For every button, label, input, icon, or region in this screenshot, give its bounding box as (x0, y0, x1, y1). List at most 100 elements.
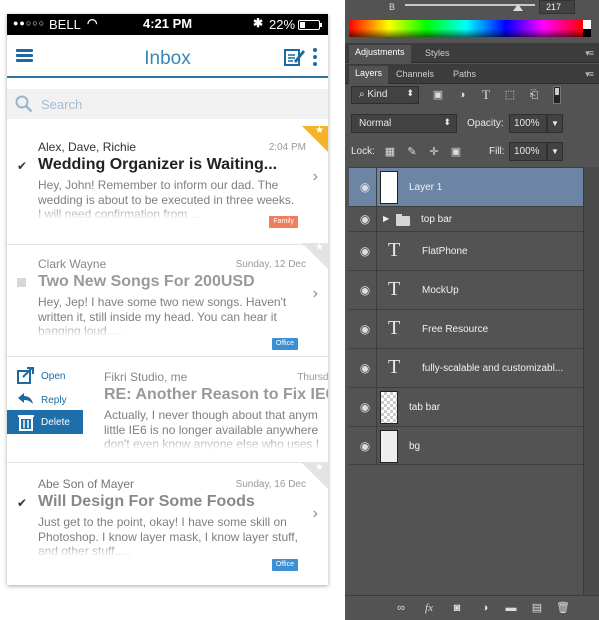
layer-mask-icon[interactable]: ◙ (449, 600, 465, 616)
lock-all-icon[interactable]: ▣ (449, 145, 463, 159)
layer-thumbnail (380, 171, 398, 204)
chevron-right-icon: › (312, 285, 318, 302)
layer-row[interactable]: ◉ Layer 1 (349, 167, 583, 206)
tab-styles[interactable]: Styles (419, 46, 456, 60)
layer-row[interactable]: ◉ tab bar (349, 387, 583, 426)
email-item-swiped[interactable]: Fikri Studio, me Thursda RE: Another Rea… (104, 370, 328, 460)
layer-row[interactable]: ◉ T MockUp (349, 270, 583, 309)
fill-field[interactable]: 100% (509, 142, 547, 161)
eye-icon[interactable]: ◉ (358, 180, 372, 194)
divider (376, 207, 377, 231)
tab-layers[interactable]: Layers (349, 66, 389, 84)
layer-name: top bar (421, 214, 453, 225)
chevron-right-icon: › (312, 168, 318, 185)
fx-icon[interactable]: fx (421, 600, 437, 616)
email-preview: Hey, Jep! I have some two new songs. Hav… (38, 295, 298, 337)
eye-icon[interactable]: ◉ (358, 400, 372, 414)
layer-row[interactable]: ◉ T FlatPhone (349, 231, 583, 270)
layers-scrollbar[interactable] (583, 167, 599, 595)
smart-object-filter-icon[interactable]: ⎗ (527, 88, 541, 102)
lock-brush-icon[interactable]: ✎ (405, 145, 419, 159)
lock-move-icon[interactable]: ✛ (427, 145, 441, 159)
eye-icon[interactable]: ◉ (358, 212, 372, 226)
open-action[interactable]: Open (17, 366, 97, 386)
layer-row[interactable]: ◉ bg (349, 426, 583, 465)
folder-icon (396, 214, 410, 226)
slider-handle[interactable] (513, 4, 523, 11)
reply-label: Reply (41, 395, 67, 406)
trash-icon[interactable]: 🗑 (555, 600, 571, 616)
eye-icon[interactable]: ◉ (358, 322, 372, 336)
tab-channels[interactable]: Channels (390, 67, 440, 81)
channel-value[interactable]: 217 (539, 0, 575, 14)
status-time: 4:21 PM (143, 16, 193, 31)
tab-paths[interactable]: Paths (447, 67, 482, 81)
layers-toolbar: ∞ fx ◙ ◑ ▬ ▤ 🗑 (345, 595, 599, 620)
divider (376, 168, 377, 206)
reply-icon (18, 393, 33, 404)
adjustment-layer-icon[interactable]: ◑ (477, 600, 493, 616)
shape-filter-icon[interactable]: ⬚ (503, 88, 517, 102)
black-swatch[interactable] (583, 29, 591, 37)
photoshop-panel: B 217 Adjustments Styles ▾≡ Layers Chann… (345, 0, 599, 620)
expand-arrow-icon[interactable]: ▶ (383, 214, 389, 223)
tab-adjustments[interactable]: Adjustments (349, 45, 411, 63)
new-group-icon[interactable]: ▬ (503, 600, 519, 616)
updown-arrow-icon: ⬍ (443, 117, 451, 127)
checkbox[interactable] (17, 278, 26, 287)
white-swatch[interactable] (583, 20, 591, 29)
eye-icon[interactable]: ◉ (358, 244, 372, 258)
more-options-icon[interactable] (313, 48, 318, 66)
divider (376, 388, 377, 426)
layer-row[interactable]: ◉ T Free Resource (349, 309, 583, 348)
tag-badge: Office (271, 338, 298, 350)
email-item[interactable]: ★ Clark Wayne Sunday, 12 Dec Two New Son… (7, 242, 328, 357)
lock-transparency-icon[interactable]: ▦ (383, 145, 397, 159)
eye-icon[interactable]: ◉ (358, 439, 372, 453)
app-header: Inbox (7, 35, 328, 78)
eye-icon[interactable]: ◉ (358, 361, 372, 375)
email-item[interactable]: ★ ✔ Abe Son of Mayer Sunday, 16 Dec Will… (7, 462, 328, 585)
adjustment-filter-icon[interactable]: ◑ (455, 88, 469, 102)
layer-thumbnail (380, 391, 398, 424)
type-filter-icon[interactable]: T (479, 88, 493, 102)
chevron-down-icon[interactable]: ▼ (547, 142, 563, 161)
open-label: Open (41, 371, 66, 382)
eye-icon[interactable]: ◉ (358, 283, 372, 297)
email-date: 2:04 PM (268, 142, 306, 153)
checkmark-icon[interactable]: ✔ (17, 496, 27, 510)
filter-toggle[interactable] (553, 86, 561, 104)
layer-name: Layer 1 (409, 182, 443, 193)
divider (7, 462, 328, 463)
layers-list: ◉ Layer 1 ◉ ▶ top bar ◉ T FlatPhone ◉ T … (349, 167, 583, 595)
divider (376, 310, 377, 348)
image-filter-icon[interactable]: ▣ (431, 88, 445, 102)
opacity-field[interactable]: 100% (509, 114, 547, 133)
email-sender: Clark Wayne (38, 257, 107, 271)
new-layer-icon[interactable]: ▤ (529, 600, 545, 616)
delete-label: Delete (41, 417, 70, 428)
text-layer-icon: T (388, 317, 401, 339)
blend-mode-select[interactable]: Normal ⬍ (351, 114, 457, 133)
layer-row[interactable]: ◉ ▶ top bar (349, 206, 583, 231)
search-bar[interactable]: Search (7, 89, 328, 119)
filter-kind-select[interactable]: ⌕ Kind ⬍ (351, 86, 419, 104)
layer-row[interactable]: ◉ T fully-scalable and customizabl... (349, 348, 583, 387)
text-layer-icon: T (388, 356, 401, 378)
swipe-actions: Open Reply Delete (7, 364, 97, 439)
delete-action[interactable]: Delete (7, 410, 83, 434)
reply-action[interactable]: Reply (17, 390, 97, 410)
checkmark-icon[interactable]: ✔ (17, 159, 27, 173)
link-layers-icon[interactable]: ∞ (393, 600, 409, 616)
email-item[interactable]: ★ ✔ Alex, Dave, Richie 2:04 PM Wedding O… (7, 125, 328, 252)
email-sender: Fikri Studio, me (104, 370, 188, 384)
chevron-down-icon[interactable]: ▼ (547, 114, 563, 133)
panel-menu-icon[interactable]: ▾≡ (585, 69, 594, 80)
panel-menu-icon[interactable]: ▾≡ (585, 48, 594, 59)
status-bar: ●●○○○ BELL ◠ 4:21 PM ✱ 22% (7, 14, 328, 35)
compose-icon[interactable] (284, 47, 306, 67)
search-icon (15, 95, 33, 113)
battery-icon (298, 20, 322, 30)
color-spectrum[interactable] (349, 20, 583, 37)
chevron-right-icon: › (312, 505, 318, 522)
